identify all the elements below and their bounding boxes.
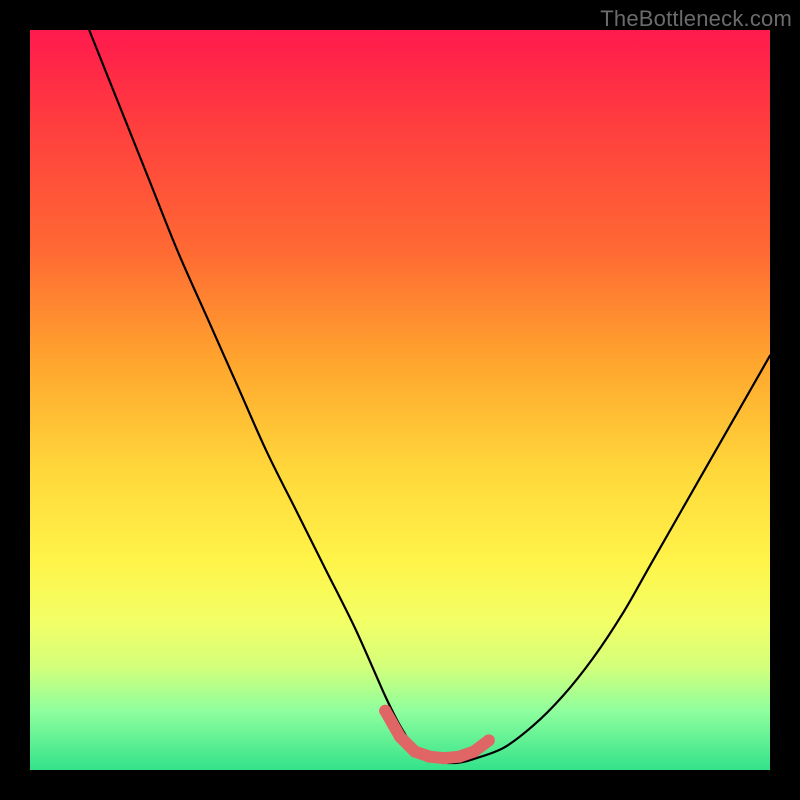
optimal-range-marker xyxy=(453,751,465,763)
optimal-range-marker xyxy=(483,734,495,746)
optimal-range-marker xyxy=(409,746,421,758)
optimal-range-marker xyxy=(394,731,406,743)
bottleneck-curve-path xyxy=(89,30,770,763)
chart-frame: TheBottleneck.com xyxy=(0,0,800,800)
optimal-range-marker xyxy=(438,752,450,764)
optimal-range-marker xyxy=(379,705,391,717)
optimal-range-marker xyxy=(424,751,436,763)
optimal-range-markers xyxy=(379,705,495,764)
attribution-label: TheBottleneck.com xyxy=(600,6,792,32)
chart-svg xyxy=(30,30,770,770)
optimal-range-marker xyxy=(468,746,480,758)
